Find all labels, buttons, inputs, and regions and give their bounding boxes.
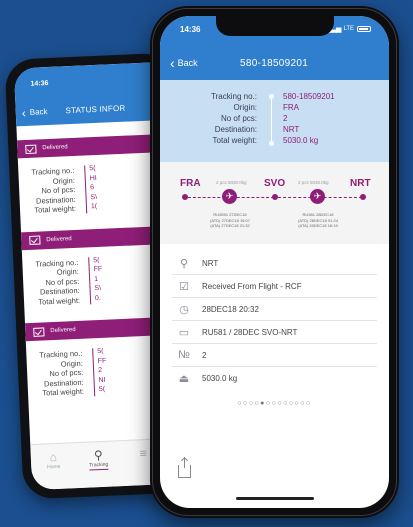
- event-pieces: 2: [202, 350, 207, 360]
- field-value: 5(: [89, 165, 96, 173]
- field-label: Tracking no.:: [211, 92, 257, 101]
- checkbox-icon: [29, 235, 41, 245]
- list-item: ⏏ 5030.0 kg: [172, 367, 377, 390]
- destination-dot: [360, 194, 366, 200]
- home-indicator: [236, 497, 314, 500]
- tab-home[interactable]: ⌂ Home: [30, 443, 77, 490]
- field-value: FRA: [283, 103, 299, 112]
- search-icon: ⚲: [93, 447, 104, 463]
- event-weight: 5030.0 kg: [202, 374, 238, 383]
- home-icon: ⌂: [49, 449, 58, 465]
- status-label: Delivered: [50, 327, 76, 335]
- event-status: Received From Flight - RCF: [202, 281, 302, 291]
- leg1-details: RU5591 27DEC18 (ATD) 27DEC18 15:07 (ATA)…: [200, 212, 260, 229]
- field-value: NI: [98, 376, 106, 384]
- back-button[interactable]: ‹ Back: [170, 54, 198, 71]
- field-value: 580-18509201: [283, 92, 335, 101]
- chevron-left-icon: ‹: [170, 54, 175, 71]
- field-value: 1(: [90, 202, 98, 211]
- page-title: STATUS INFOR: [65, 103, 126, 116]
- transit-code: SVO: [264, 178, 286, 189]
- field-value: 5030.0 kg: [283, 136, 319, 145]
- share-icon[interactable]: [178, 458, 191, 478]
- back-button-label: Back: [29, 107, 48, 117]
- leg2-arrival: (ATA) 28DEC18 16:19: [298, 223, 338, 228]
- leg2-details: RU581 28DEC18 (ATD) 28DEC18 01:24 (ATA) …: [288, 212, 348, 229]
- chevron-left-icon: ‹: [21, 105, 27, 120]
- checkbox-icon: [25, 144, 37, 154]
- back-button[interactable]: ‹ Back STATUS INFOR: [21, 103, 126, 120]
- field-value: NRT: [283, 125, 300, 134]
- page-title: 580-18509201: [240, 58, 309, 69]
- battery-icon: [357, 26, 371, 32]
- field-value: 0.: [94, 294, 101, 302]
- shipment-summary: Tracking no.: 580-18509201 Origin: FRA No …: [160, 80, 389, 162]
- field-label: Total weight:: [42, 386, 85, 398]
- destination-code: NRT: [350, 178, 371, 189]
- airplane-icon: ✈: [310, 189, 325, 204]
- field-value: 5(: [98, 385, 106, 394]
- tab-label: Home: [46, 463, 61, 471]
- field-value: FF: [93, 265, 103, 274]
- field-label: Destination:: [214, 125, 257, 134]
- event-location: NRT: [202, 258, 219, 268]
- route-timeline[interactable]: FRA 2 pcs 5030.0kg SVO 2 pcs 5030.0kg NR…: [160, 162, 389, 244]
- checkbox-icon: ☑: [179, 280, 189, 293]
- field-value: HI: [89, 174, 97, 182]
- page-indicator[interactable]: ○○○○●○○○○○○○○: [160, 400, 389, 407]
- checkbox-icon: [33, 326, 45, 337]
- event-details: ⚲ NRT ☑ Received From Flight - RCF ◷ 28D…: [160, 244, 389, 390]
- field-label: Total weight:: [34, 203, 77, 215]
- field-value: 1: [93, 275, 99, 283]
- front-phone-screen: 14:36 ▂▃▅ LTE ‹ Back 580-18509201 Tracki…: [160, 16, 389, 508]
- field-value: 2: [97, 366, 103, 375]
- tab-label: Tracking: [89, 461, 109, 471]
- field-label: Origin:: [233, 103, 257, 112]
- clock-icon: ◷: [179, 303, 189, 316]
- field-label: No of pcs:: [220, 114, 257, 123]
- field-value: S\: [94, 284, 102, 293]
- list-item: № 2: [172, 344, 377, 367]
- location-pin-icon: ⚲: [179, 257, 189, 270]
- front-phone: 14:36 ▂▃▅ LTE ‹ Back 580-18509201 Tracki…: [150, 6, 399, 518]
- list-item: ◷ 28DEC18 20:32: [172, 298, 377, 321]
- field-value: 2: [283, 114, 288, 123]
- list-item: ▭ RU581 / 28DEC SVO-NRT: [172, 321, 377, 344]
- event-time: 28DEC18 20:32: [202, 304, 259, 314]
- field-value: 5(: [93, 256, 100, 264]
- leg2-weight: 2 pcs 5030.0kg: [298, 180, 329, 185]
- leg1-weight: 2 pcs 5030.0kg: [216, 180, 247, 185]
- back-button-label: Back: [177, 58, 198, 68]
- status-bar-time: 14:36: [30, 79, 49, 88]
- network-label: LTE: [343, 26, 354, 32]
- field-label: Total weight:: [212, 136, 257, 145]
- status-bar-time: 14:36: [180, 25, 201, 34]
- status-label: Delivered: [42, 144, 68, 152]
- flight-icon: ▭: [178, 326, 190, 339]
- leg1-arrival: (ATA) 27DEC18 21:32: [210, 223, 250, 228]
- field-value: 6: [89, 184, 95, 192]
- field-value: S\: [90, 193, 98, 201]
- number-icon: №: [178, 349, 190, 361]
- list-item: ⚲ NRT: [172, 252, 377, 275]
- origin-code: FRA: [180, 178, 201, 189]
- field-value: FF: [97, 357, 107, 365]
- event-flight: RU581 / 28DEC SVO-NRT: [202, 327, 298, 337]
- status-label: Delivered: [46, 235, 72, 243]
- status-bar-indicators: ▂▃▅ LTE: [327, 25, 371, 33]
- more-icon: ≡: [139, 446, 148, 461]
- list-item: ☑ Received From Flight - RCF: [172, 275, 377, 298]
- field-label: Total weight:: [38, 295, 81, 307]
- airplane-icon: ✈: [222, 189, 237, 204]
- phone-notch: [216, 16, 334, 36]
- weight-icon: ⏏: [178, 373, 190, 385]
- field-value: 5(: [97, 347, 104, 356]
- tab-tracking[interactable]: ⚲ Tracking: [75, 441, 122, 488]
